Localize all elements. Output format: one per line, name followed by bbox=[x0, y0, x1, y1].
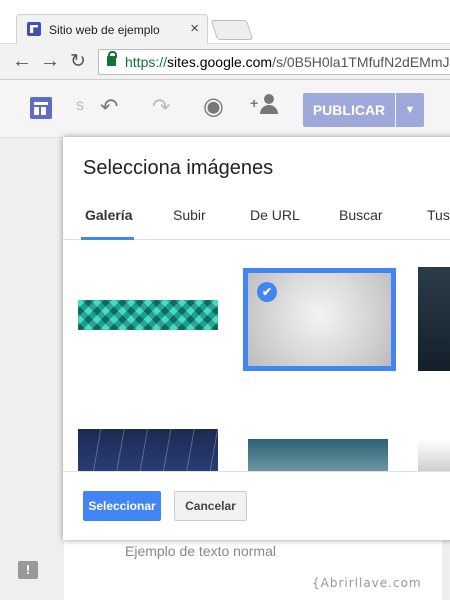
undo-icon[interactable]: ↶ bbox=[100, 94, 118, 120]
tab-title: Sitio web de ejemplo bbox=[49, 23, 160, 37]
reload-icon[interactable]: ↻ bbox=[70, 50, 86, 73]
back-arrow-icon[interactable]: ← bbox=[12, 50, 32, 73]
browser-tab-bar: Sitio web de ejemplo × bbox=[0, 0, 450, 44]
url-scheme: https:// bbox=[125, 54, 168, 70]
gallery-image-selected[interactable]: ✔ bbox=[243, 268, 396, 371]
forward-arrow-icon[interactable]: → bbox=[40, 50, 60, 73]
sites-logo-icon[interactable] bbox=[30, 97, 52, 119]
gallery-image-mist[interactable] bbox=[418, 439, 450, 471]
tab-galeria[interactable]: Galería bbox=[85, 207, 132, 223]
select-images-dialog: Selecciona imágenes Galería Subir De URL… bbox=[63, 137, 450, 540]
plus-icon: + bbox=[250, 95, 259, 111]
browser-tab[interactable]: Sitio web de ejemplo × bbox=[16, 14, 208, 44]
cancel-button[interactable]: Cancelar bbox=[174, 491, 247, 521]
editor-toolbar: s ↶ ↷ ◉ + PUBLICAR ▼ bbox=[0, 80, 450, 138]
tab-subir[interactable]: Subir bbox=[173, 207, 206, 223]
site-favicon-icon bbox=[27, 22, 41, 36]
tab-de-url[interactable]: De URL bbox=[250, 207, 300, 223]
person-body-shape bbox=[260, 105, 278, 114]
active-tab-indicator bbox=[81, 237, 134, 240]
select-button[interactable]: Seleccionar bbox=[83, 491, 161, 521]
feedback-icon[interactable]: ! bbox=[18, 561, 38, 579]
sample-body-text[interactable]: Ejemplo de texto normal bbox=[125, 543, 276, 559]
new-tab-button[interactable] bbox=[210, 20, 254, 40]
publish-dropdown-icon[interactable]: ▼ bbox=[396, 93, 424, 127]
gallery-image-teal-pattern[interactable] bbox=[78, 300, 218, 330]
preview-eye-icon[interactable]: ◉ bbox=[203, 92, 224, 121]
person-head-shape bbox=[264, 94, 274, 104]
gallery-image-blue-sky[interactable] bbox=[248, 439, 388, 471]
address-bar[interactable]: https://sites.google.com/s/0B5H0la1TMfuf… bbox=[98, 49, 450, 75]
url-path: /s/0B5H0la1TMfufN2dEMmJ bbox=[272, 54, 450, 70]
checkmark-icon: ✔ bbox=[257, 282, 277, 302]
url-text: https://sites.google.com/s/0B5H0la1TMfuf… bbox=[125, 54, 450, 70]
site-name-peek: s bbox=[76, 97, 84, 114]
gallery-image-dark[interactable] bbox=[418, 267, 450, 371]
dialog-tabs: Galería Subir De URL Buscar Tus bbox=[63, 197, 450, 240]
tab-close-icon[interactable]: × bbox=[190, 20, 199, 37]
tab-buscar[interactable]: Buscar bbox=[339, 207, 383, 223]
tab-tus[interactable]: Tus bbox=[427, 207, 450, 223]
gallery-image-night-sky[interactable] bbox=[78, 429, 218, 471]
lock-icon bbox=[107, 51, 117, 66]
redo-icon[interactable]: ↷ bbox=[152, 94, 170, 120]
publish-button[interactable]: PUBLICAR bbox=[303, 93, 395, 127]
share-add-person-icon[interactable]: + bbox=[250, 93, 282, 119]
watermark: {Abrirllave.com bbox=[312, 576, 422, 590]
dialog-footer: Seleccionar Cancelar bbox=[63, 471, 450, 540]
dialog-title: Selecciona imágenes bbox=[83, 157, 274, 179]
image-gallery: ✔ bbox=[63, 241, 450, 471]
browser-toolbar: ← → ↻ https://sites.google.com/s/0B5H0la… bbox=[0, 44, 450, 80]
url-host: sites.google.com bbox=[167, 54, 273, 70]
